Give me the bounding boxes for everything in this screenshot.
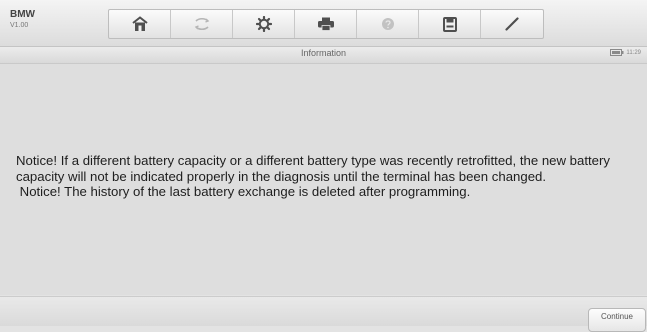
edit-button[interactable]: [481, 10, 543, 38]
save-icon: [442, 16, 457, 32]
vehicle-swap-button[interactable]: [171, 10, 233, 38]
continue-button[interactable]: Continue: [588, 308, 646, 332]
title-bar: Information 11:29: [0, 47, 647, 64]
save-button[interactable]: [419, 10, 481, 38]
brand-name: BMW: [10, 9, 35, 20]
notice-text: Notice! If a different battery capacity …: [16, 153, 610, 184]
top-toolbar: BMW V1.00: [0, 0, 647, 47]
battery-icon: [610, 49, 624, 56]
notice-text: Notice! The history of the last battery …: [16, 184, 471, 199]
print-button[interactable]: [295, 10, 357, 38]
notice-message: Notice! If a different battery capacity …: [16, 153, 642, 200]
edit-icon: [505, 17, 519, 31]
print-icon: [317, 17, 334, 31]
information-panel: Notice! If a different battery capacity …: [0, 64, 647, 295]
vehicle-brand: BMW V1.00: [10, 9, 35, 31]
vehicle-swap-icon: [194, 17, 209, 31]
settings-button[interactable]: [233, 10, 295, 38]
status-time: 11:29: [626, 49, 641, 56]
home-icon: [131, 16, 148, 31]
toolbar-buttons: [108, 9, 544, 39]
settings-icon: [255, 16, 272, 32]
software-version: V1.00: [10, 22, 29, 29]
help-icon: [381, 18, 394, 30]
help-button[interactable]: [357, 10, 419, 38]
bottom-bar: Continue: [0, 296, 647, 332]
home-button[interactable]: [109, 10, 171, 38]
page-title: Information: [300, 48, 347, 58]
status-area: 11:29: [610, 49, 641, 56]
